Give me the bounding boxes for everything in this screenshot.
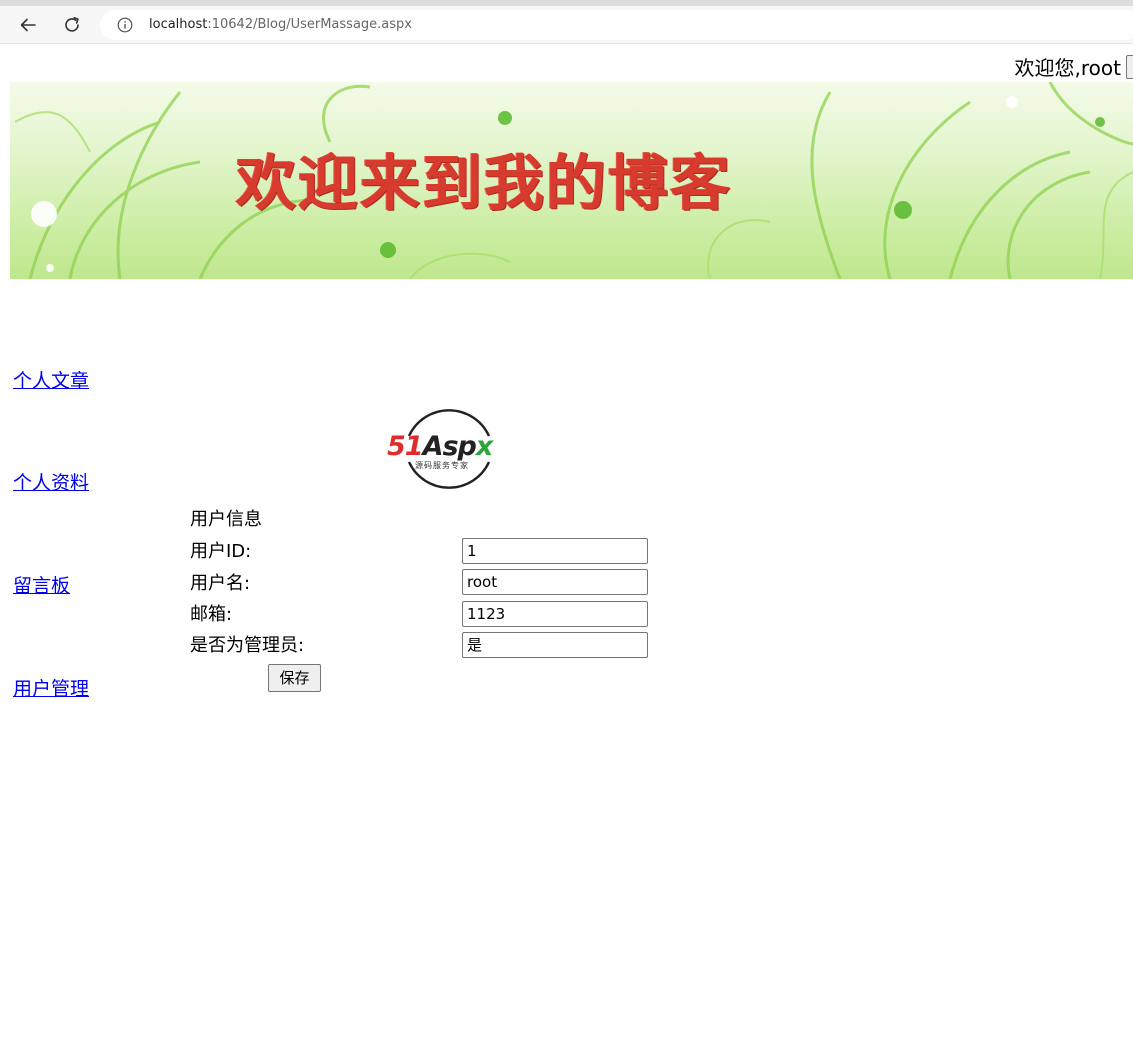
username-label: 用户名: <box>190 573 251 594</box>
user-id-label: 用户ID: <box>190 541 252 562</box>
banner-title: 欢迎来到我的博客 <box>236 149 732 219</box>
is-admin-label: 是否为管理员: <box>190 635 305 656</box>
reload-icon <box>65 17 79 32</box>
sidebar-item-user-management[interactable]: 用户管理 <box>13 677 89 701</box>
sidebar-item-articles[interactable]: 个人文章 <box>13 369 89 393</box>
sidebar-item-profile[interactable]: 个人资料 <box>13 471 89 495</box>
username-field[interactable]: root <box>462 569 648 595</box>
browser-toolbar: localhost:10642/Blog/UserMassage.aspx <box>0 6 1133 44</box>
sidebar-item-message-board[interactable]: 留言板 <box>13 574 70 598</box>
user-id-field[interactable]: 1 <box>462 538 648 564</box>
welcome-text: 欢迎您,root <box>1014 56 1121 80</box>
info-icon[interactable] <box>117 17 133 33</box>
email-label: 邮箱: <box>190 604 233 625</box>
site-logo: 51Aspx 源码服务专家 <box>385 402 513 494</box>
reload-button[interactable] <box>58 12 86 38</box>
form-title: 用户信息 <box>190 509 262 530</box>
logo-wordmark: 51Aspx <box>387 431 493 462</box>
save-button[interactable]: 保存 <box>268 664 321 692</box>
banner-image: 欢迎来到我的博客 <box>10 82 1133 279</box>
address-bar[interactable]: localhost:10642/Blog/UserMassage.aspx <box>100 10 1133 40</box>
url-text[interactable]: localhost:10642/Blog/UserMassage.aspx <box>149 17 412 33</box>
header-button[interactable] <box>1126 55 1133 79</box>
back-arrow-icon <box>20 18 36 32</box>
url-path: :10642/Blog/UserMassage.aspx <box>207 17 412 32</box>
url-host: localhost <box>149 17 208 32</box>
logo-tagline: 源码服务专家 <box>415 461 469 470</box>
back-button[interactable] <box>14 12 42 38</box>
is-admin-field[interactable]: 是 <box>462 632 648 658</box>
email-field[interactable]: 1123 <box>462 601 648 627</box>
